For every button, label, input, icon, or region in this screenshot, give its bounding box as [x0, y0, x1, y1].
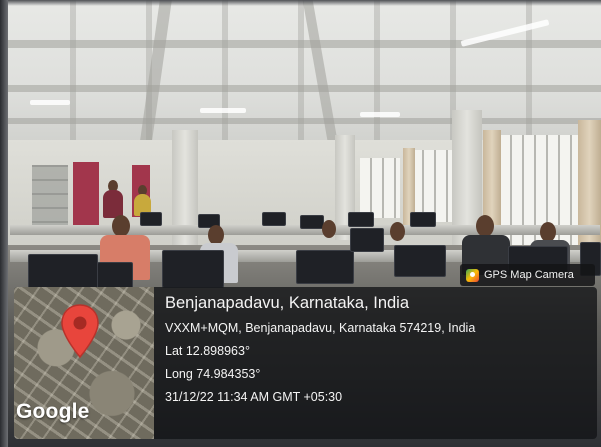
ceiling-beam	[0, 40, 601, 48]
person	[540, 222, 556, 242]
person	[390, 222, 405, 241]
ceiling-light	[200, 108, 246, 113]
monitor	[296, 250, 354, 284]
ceiling-light	[360, 112, 400, 117]
gps-map-camera-icon	[466, 268, 479, 282]
person	[103, 190, 123, 218]
bookshelf	[32, 165, 68, 227]
location-datetime: 31/12/22 11:34 AM GMT +05:30	[165, 390, 343, 404]
door	[73, 162, 99, 228]
ceiling-beam	[0, 85, 601, 92]
location-details: Benjanapadavu, Karnataka, India VXXM+MQM…	[165, 294, 595, 413]
person	[112, 215, 130, 237]
photo-frame-edge	[0, 0, 601, 6]
location-longitude: Long 74.984353°	[165, 367, 261, 381]
monitor	[262, 212, 286, 226]
monitor	[410, 212, 436, 227]
location-latitude: Lat 12.898963°	[165, 344, 250, 358]
google-logo: Google	[16, 400, 90, 423]
monitor	[140, 212, 162, 226]
monitor	[348, 212, 374, 227]
monitor	[162, 250, 224, 288]
monitor	[97, 262, 133, 290]
monitor	[394, 245, 446, 277]
photo-frame-edge	[0, 0, 8, 447]
ceiling	[0, 0, 601, 150]
monitor	[300, 215, 324, 229]
location-address: VXXM+MQM, Benjanapadavu, Karnataka 57421…	[165, 321, 476, 335]
location-title: Benjanapadavu, Karnataka, India	[165, 294, 410, 312]
person	[322, 220, 336, 238]
ceiling-light	[30, 100, 70, 105]
gps-badge-label: GPS Map Camera	[484, 269, 574, 281]
person	[476, 215, 494, 237]
ceiling-beam	[0, 118, 601, 124]
gps-map-camera-badge: GPS Map Camera	[460, 264, 595, 286]
person	[208, 225, 224, 245]
map-pin-icon	[61, 304, 99, 359]
window	[360, 158, 400, 218]
geotagged-photo: GPS Map Camera Google Benjanapadavu, Kar…	[0, 0, 601, 447]
monitor	[350, 228, 384, 252]
